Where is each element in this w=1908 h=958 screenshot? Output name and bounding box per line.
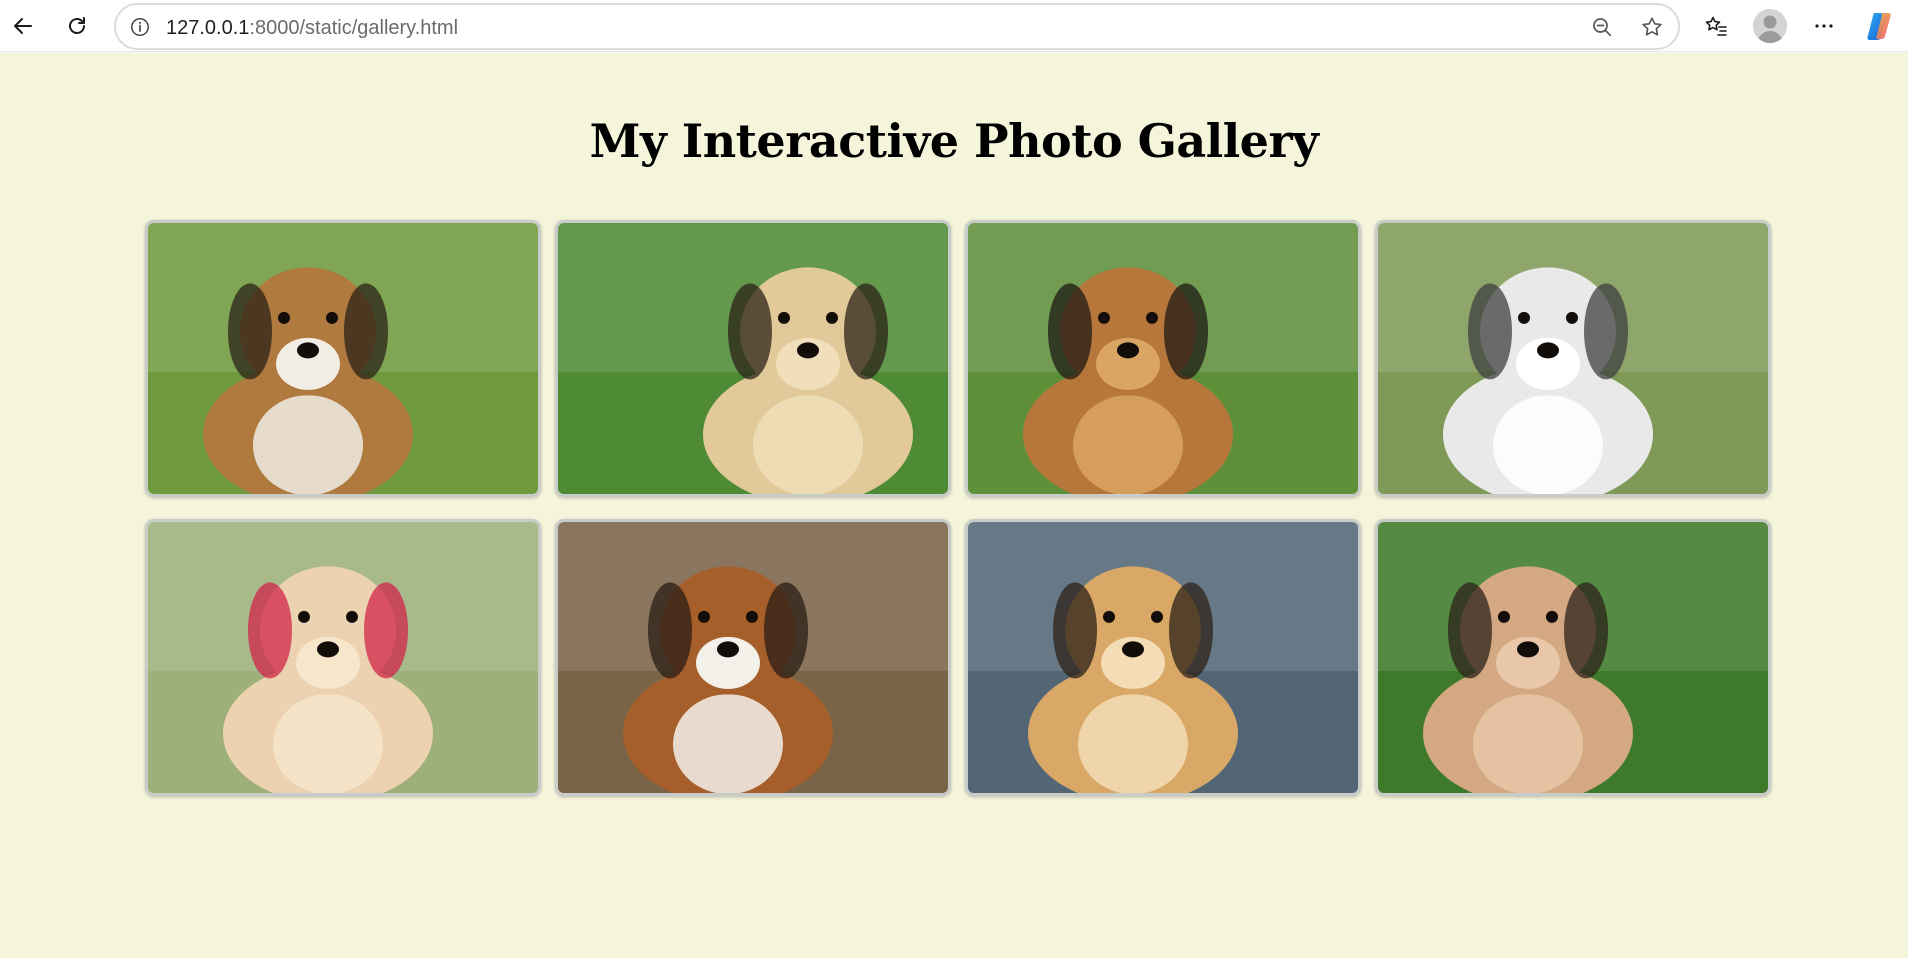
- dog-photo-image: [1378, 522, 1768, 793]
- copilot-icon: [1867, 13, 1891, 40]
- url-text[interactable]: 127.0.0.1:8000/static/gallery.html: [166, 16, 458, 40]
- star-icon: [1642, 17, 1662, 36]
- favorites-list-icon: [1705, 16, 1727, 36]
- photo-card-5[interactable]: [145, 519, 541, 796]
- page-body: My Interactive Photo Gallery: [0, 53, 1908, 958]
- back-arrow-icon: [14, 18, 32, 34]
- more-options-button[interactable]: [1807, 9, 1841, 43]
- zoom-out-icon: [1593, 18, 1612, 37]
- url-path: :8000/static/gallery.html: [249, 17, 459, 39]
- address-bar[interactable]: 127.0.0.1:8000/static/gallery.html: [114, 3, 1680, 50]
- page-title: My Interactive Photo Gallery: [589, 114, 1319, 168]
- photo-card-2[interactable]: [555, 220, 951, 497]
- photo-card-4[interactable]: [1375, 220, 1771, 497]
- photo-card-8[interactable]: [1375, 519, 1771, 796]
- back-button[interactable]: [6, 9, 40, 43]
- dog-photo-image: [1378, 223, 1768, 494]
- refresh-icon: [69, 17, 85, 34]
- copilot-button[interactable]: [1862, 8, 1898, 44]
- dog-photo-image: [148, 522, 538, 793]
- photo-card-1[interactable]: [145, 220, 541, 497]
- refresh-button[interactable]: [60, 9, 94, 43]
- photo-card-7[interactable]: [965, 519, 1361, 796]
- dog-photo-image: [968, 522, 1358, 793]
- browser-toolbar: 127.0.0.1:8000/static/gallery.html: [0, 0, 1908, 52]
- photo-card-3[interactable]: [965, 220, 1361, 497]
- photo-card-6[interactable]: [555, 519, 951, 796]
- photo-gallery: [145, 220, 1771, 800]
- dog-photo-image: [558, 522, 948, 793]
- url-host: 127.0.0.1: [166, 17, 250, 39]
- dog-photo-image: [968, 223, 1358, 494]
- site-info-icon[interactable]: [129, 16, 151, 38]
- ellipsis-icon: [1815, 24, 1833, 28]
- favorites-button[interactable]: [1699, 9, 1733, 43]
- favorite-star-button[interactable]: [1638, 13, 1666, 41]
- profile-avatar[interactable]: [1753, 9, 1787, 43]
- zoom-out-button[interactable]: [1588, 13, 1616, 41]
- dog-photo-image: [148, 223, 538, 494]
- dog-photo-image: [558, 223, 948, 494]
- profile-icon: [1753, 9, 1787, 43]
